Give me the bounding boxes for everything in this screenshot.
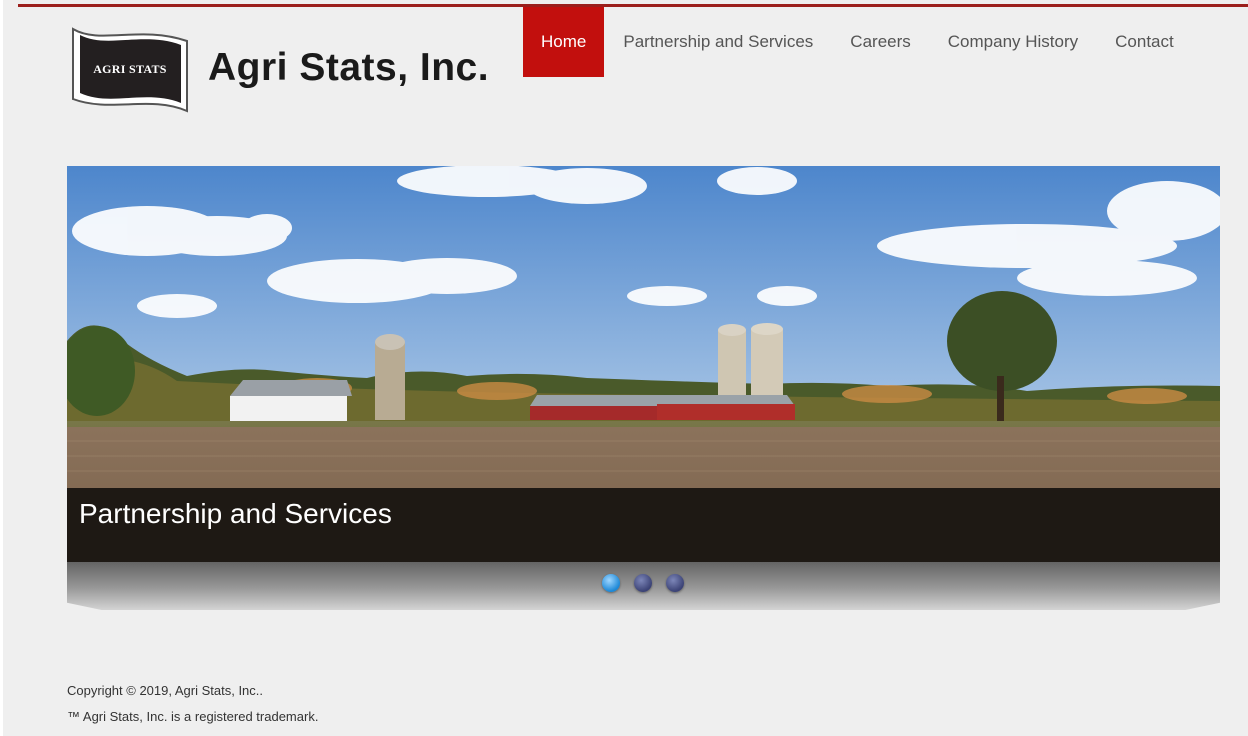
logo-text: AGRI STATS — [93, 62, 167, 76]
slider-dot-1[interactable] — [602, 574, 620, 592]
site-logo[interactable]: AGRI STATS — [70, 25, 190, 115]
trademark-text: ™ Agri Stats, Inc. is a registered trade… — [67, 709, 319, 724]
nav-item-company-history[interactable]: Company History — [929, 7, 1096, 77]
slide-caption[interactable]: Partnership and Services — [79, 498, 392, 530]
footer: Copyright © 2019, Agri Stats, Inc.. ™ Ag… — [67, 678, 318, 730]
slider-dot-2[interactable] — [634, 574, 652, 592]
page-edge — [0, 0, 3, 736]
nav-item-contact[interactable]: Contact — [1096, 7, 1192, 77]
slide-caption-bar: Partnership and Services — [67, 488, 1220, 562]
nav-item-careers[interactable]: Careers — [831, 7, 928, 77]
slider-pagination — [602, 574, 684, 592]
copyright-text: Copyright © 2019, Agri Stats, Inc.. — [67, 683, 264, 698]
nav-item-home[interactable]: Home — [523, 7, 605, 77]
slider-dot-3[interactable] — [666, 574, 684, 592]
hero-slider[interactable]: Partnership and Services — [67, 166, 1220, 562]
nav-item-partnership-and-services[interactable]: Partnership and Services — [604, 7, 831, 77]
site-title[interactable]: Agri Stats, Inc. — [208, 44, 489, 92]
main-nav: Home Partnership and Services Careers Co… — [523, 7, 1192, 77]
